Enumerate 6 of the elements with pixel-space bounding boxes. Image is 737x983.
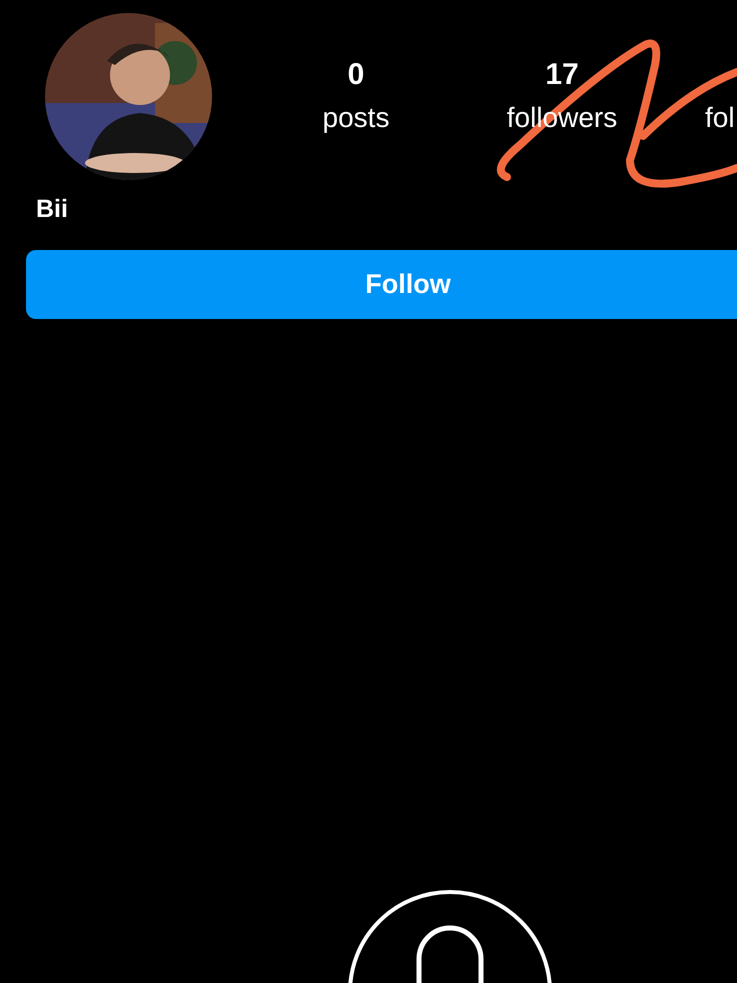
stat-label: fol — [705, 101, 735, 135]
follow-button[interactable]: Follow — [26, 250, 737, 319]
stat-count: 0 — [348, 57, 364, 93]
stat-label: posts — [322, 101, 390, 135]
stat-count: 17 — [545, 57, 579, 93]
profile-name: Bii — [36, 194, 68, 224]
